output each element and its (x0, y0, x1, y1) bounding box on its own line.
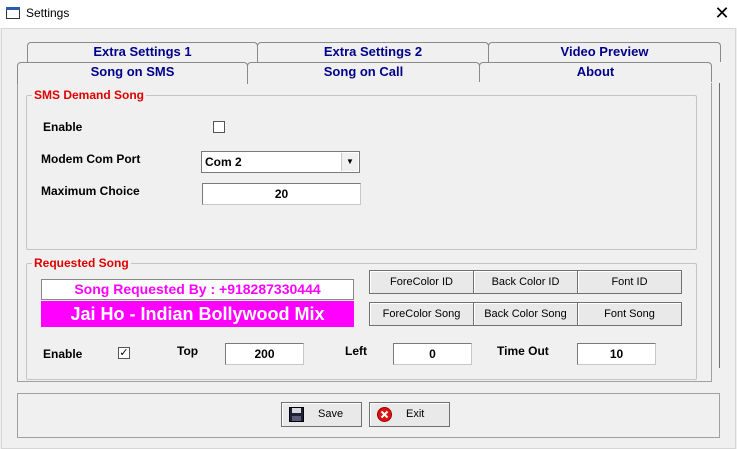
time-out-input[interactable]: 10 (577, 343, 656, 365)
forecolor-id-button[interactable]: ForeColor ID (369, 270, 474, 294)
requested-group-title: Requested Song (32, 256, 131, 270)
song-title-preview: Jai Ho - Indian Bollywood Mix (41, 301, 354, 327)
top-input[interactable]: 200 (225, 343, 304, 365)
sms-demand-song-group (26, 95, 697, 250)
sms-group-title: SMS Demand Song (32, 88, 147, 102)
save-button[interactable]: Save (281, 402, 362, 427)
app-icon (6, 7, 20, 19)
time-out-label: Time Out (497, 344, 549, 358)
tab-song-on-call[interactable]: Song on Call (247, 62, 480, 82)
checkmark-icon: ✓ (119, 347, 129, 359)
left-label: Left (345, 344, 367, 358)
exit-button[interactable]: Exit (369, 402, 450, 427)
title-bar (0, 0, 737, 28)
exit-label: Exit (406, 408, 425, 420)
maximum-choice-label: Maximum Choice (41, 184, 140, 198)
tab-song-on-sms[interactable]: Song on SMS (17, 62, 248, 84)
song-requested-by-preview: Song Requested By : +918287330444 (41, 279, 354, 300)
font-id-button[interactable]: Font ID (577, 270, 682, 294)
modem-com-port-select[interactable]: Com 2 ▼ (201, 151, 360, 173)
modem-com-port-value: Com 2 (205, 155, 242, 169)
forecolor-song-button[interactable]: ForeColor Song (369, 302, 474, 326)
modem-com-port-label: Modem Com Port (41, 152, 141, 166)
requested-enable-label: Enable (43, 347, 83, 361)
sms-enable-checkbox[interactable] (213, 121, 225, 133)
tab-video-preview[interactable]: Video Preview (488, 42, 721, 62)
close-icon[interactable]: ✕ (712, 3, 732, 23)
chevron-down-icon[interactable]: ▼ (341, 153, 358, 171)
left-input[interactable]: 0 (393, 343, 472, 365)
tab-extra-settings-1[interactable]: Extra Settings 1 (27, 42, 258, 62)
font-song-button[interactable]: Font Song (577, 302, 682, 326)
tab-about[interactable]: About (479, 62, 712, 82)
requested-enable-checkbox[interactable]: ✓ (118, 347, 130, 359)
back-color-id-button[interactable]: Back Color ID (473, 270, 578, 294)
tab-extra-settings-2[interactable]: Extra Settings 2 (257, 42, 489, 62)
top-label: Top (177, 344, 199, 358)
maximum-choice-input[interactable]: 20 (202, 183, 361, 205)
back-color-song-button[interactable]: Back Color Song (473, 302, 578, 326)
sms-enable-label: Enable (43, 120, 83, 134)
save-label: Save (318, 408, 344, 420)
window-title: Settings (26, 6, 70, 20)
floppy-disk-icon (289, 407, 304, 422)
close-circle-icon (377, 407, 392, 422)
